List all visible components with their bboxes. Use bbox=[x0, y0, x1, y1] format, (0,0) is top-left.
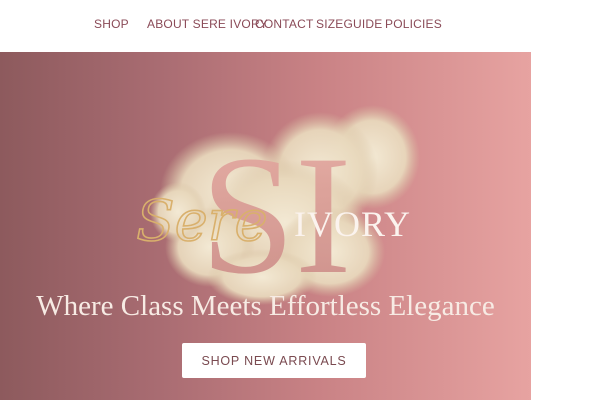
page-right-margin bbox=[531, 52, 600, 400]
nav-item-about[interactable]: ABOUT SERE IVORY bbox=[147, 17, 268, 31]
nav-item-contact[interactable]: CONTACT bbox=[255, 17, 314, 31]
logo-word: IVORY bbox=[294, 204, 411, 244]
hero-banner: SI Sere I IVORY Where Class Meets Effort… bbox=[0, 52, 531, 400]
logo-script-word: Sere bbox=[136, 189, 267, 254]
nav-item-shop[interactable]: SHOP bbox=[94, 17, 129, 31]
nav-item-policies[interactable]: POLICIES bbox=[385, 17, 442, 31]
shop-new-arrivals-button[interactable]: SHOP NEW ARRIVALS bbox=[182, 343, 366, 378]
nav-item-sizeguide[interactable]: SIZEGUIDE bbox=[316, 17, 382, 31]
top-navigation: SHOP ABOUT SERE IVORY CONTACT SIZEGUIDE … bbox=[0, 0, 600, 52]
hero-tagline: Where Class Meets Effortless Elegance bbox=[36, 290, 495, 322]
